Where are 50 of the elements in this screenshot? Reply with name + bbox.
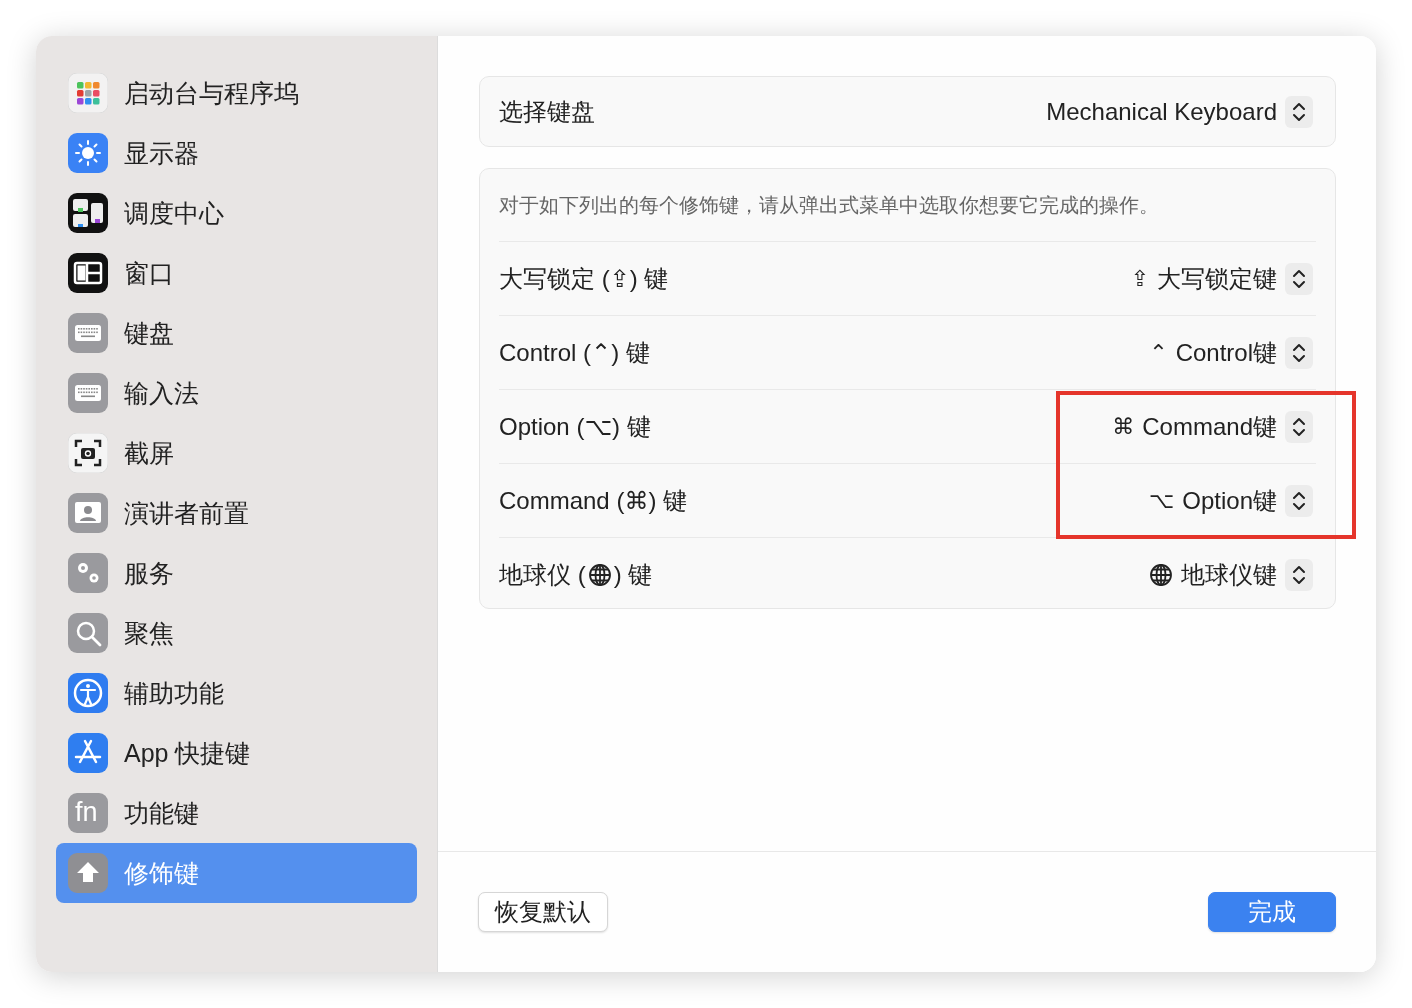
sidebar-item[interactable]: 聚焦: [56, 603, 417, 663]
sidebar-item[interactable]: 启动台与程序坞: [56, 63, 417, 123]
globe-icon: [1149, 562, 1173, 587]
fn-key-icon: [68, 793, 108, 833]
stepper-icon: [1285, 336, 1313, 369]
keyboard-popup[interactable]: Mechanical Keyboard: [1046, 95, 1313, 128]
sidebar-item[interactable]: 截屏: [56, 423, 417, 483]
app-store-icon: [68, 733, 108, 773]
keyboard-icon: [68, 313, 108, 353]
sidebar-item[interactable]: 服务: [56, 543, 417, 603]
sidebar-item[interactable]: fn 功能键: [56, 783, 417, 843]
sidebar-item[interactable]: 输入法: [56, 363, 417, 423]
key-label: Control (⌃) 键: [499, 337, 650, 368]
key-label: 大写锁定 (⇪) 键: [499, 263, 669, 294]
restore-defaults-button[interactable]: 恢复默认: [478, 892, 608, 932]
sidebar-item[interactable]: 演讲者前置: [56, 483, 417, 543]
accessibility-icon: [68, 673, 108, 713]
sidebar-item[interactable]: App 快捷键: [56, 723, 417, 783]
description-text: 对于如下列出的每个修饰键，请从弹出式菜单中选取你想要它完成的操作。: [499, 192, 1160, 218]
sidebar-item[interactable]: 显示器: [56, 123, 417, 183]
globe-icon: [587, 562, 612, 587]
key-label: 地球仪 ( ) 键: [499, 559, 653, 590]
key-label: Option (⌥) 键: [499, 411, 651, 442]
stepper-icon: [1285, 558, 1313, 591]
sidebar-item[interactable]: 窗口: [56, 243, 417, 303]
search-icon: [68, 613, 108, 653]
arrow-up-icon: [68, 853, 108, 893]
setting-label: 选择键盘: [499, 96, 595, 127]
key-label: Command (⌘) 键: [499, 485, 688, 516]
action-popup[interactable]: ⌘ Command键: [1112, 410, 1313, 443]
camera-icon: [68, 433, 108, 473]
sidebar-item[interactable]: 键盘: [56, 303, 417, 363]
windows-icon: [68, 193, 108, 233]
done-button[interactable]: 完成: [1208, 892, 1336, 932]
sidebar-item[interactable]: 调度中心: [56, 183, 417, 243]
action-popup[interactable]: ⇪ 大写锁定键: [1130, 262, 1313, 295]
stepper-icon: [1285, 410, 1313, 443]
app-grid-icon: [68, 73, 108, 113]
keyboard-icon: [68, 373, 108, 413]
window-layout-icon: [68, 253, 108, 293]
action-popup[interactable]: ⌥ Option键: [1148, 484, 1313, 517]
person-icon: [68, 493, 108, 533]
stepper-icon: [1285, 262, 1313, 295]
stepper-icon: [1285, 484, 1313, 517]
stepper-icon: [1285, 95, 1313, 128]
action-popup[interactable]: 地球仪键: [1149, 558, 1313, 591]
icon-text: fn: [75, 796, 98, 828]
action-popup[interactable]: ⌃ Control键: [1149, 336, 1313, 369]
sidebar-item[interactable]: 辅助功能: [56, 663, 417, 723]
sun-icon: [68, 133, 108, 173]
